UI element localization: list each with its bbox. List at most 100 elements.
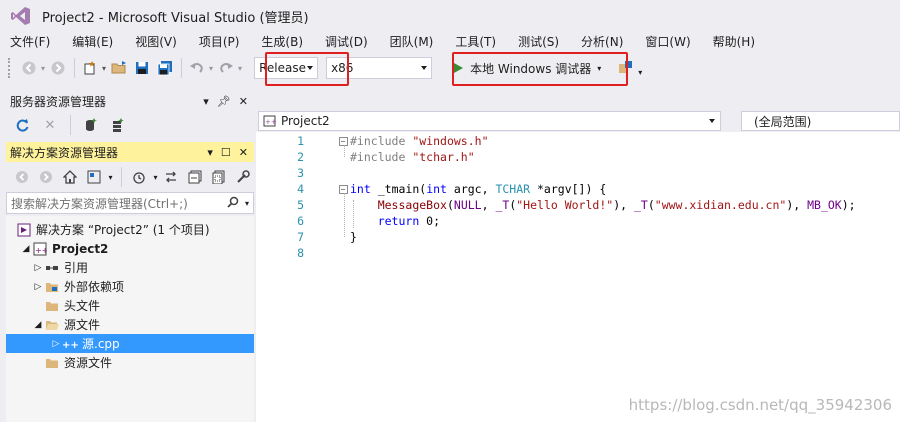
solution-search-input[interactable]: 搜索解决方案资源管理器(Ctrl+;) ▾ <box>6 192 254 214</box>
collapse-icon[interactable]: − <box>336 184 350 194</box>
server-explorer-titlebar[interactable]: 服务器资源管理器 ▾ 📌︎ ✕ <box>6 91 254 111</box>
tree-item-external-deps[interactable]: ▷ 外部依赖项 <box>6 277 254 296</box>
pending-changes-filter-icon[interactable] <box>129 166 148 188</box>
open-folder-icon <box>44 318 60 332</box>
configuration-highlight <box>265 52 349 86</box>
menu-team[interactable]: 团队(M) <box>384 32 440 52</box>
forward-icon[interactable] <box>36 166 55 188</box>
home-icon[interactable] <box>60 166 79 188</box>
close-icon[interactable]: ✕ <box>239 146 248 159</box>
collapsed-arrow-icon[interactable]: ▷ <box>50 339 62 349</box>
new-dropdown-icon[interactable]: ▾ <box>102 64 106 73</box>
toolbar-overflow-icon[interactable]: ▾ <box>638 68 642 77</box>
menu-window[interactable]: 窗口(W) <box>639 32 696 52</box>
tree-item-resource-files[interactable]: 资源文件 <box>6 353 254 372</box>
line-number: 2 <box>297 150 304 164</box>
toolbar-grip[interactable] <box>8 58 12 78</box>
preprocessor-directive: #include <box>350 134 406 148</box>
chevron-down-icon <box>421 66 428 70</box>
menu-debug[interactable]: 调试(D) <box>319 32 374 52</box>
tree-item-header-files[interactable]: 头文件 <box>6 296 254 315</box>
tree-item-references[interactable]: ▷ 引用 <box>6 258 254 277</box>
svg-text:++: ++ <box>35 246 47 255</box>
standard-toolbar: ▾ ▾ ▾ ▾ Release x86 本地 Windows 调试器 ▾ ▾ <box>0 52 900 84</box>
back-dropdown-icon[interactable]: ▾ <box>41 64 45 73</box>
chevron-down-icon[interactable]: ▾ <box>109 173 113 182</box>
menu-file[interactable]: 文件(F) <box>4 32 56 52</box>
project-scope-value: Project2 <box>281 114 330 128</box>
search-placeholder: 搜索解决方案资源管理器(Ctrl+;) <box>11 196 188 211</box>
refresh-icon[interactable] <box>12 114 34 136</box>
server-explorer-toolbar: ✕ <box>6 113 254 137</box>
back-icon[interactable] <box>12 166 31 188</box>
menu-tools[interactable]: 工具(T) <box>449 32 502 52</box>
search-icon[interactable] <box>227 196 239 211</box>
menu-project[interactable]: 项目(P) <box>193 32 246 52</box>
external-deps-label: 外部依赖项 <box>64 280 125 294</box>
switch-views-icon[interactable] <box>84 166 103 188</box>
collapse-all-icon[interactable] <box>186 166 205 188</box>
code-line-8: 8 <box>256 245 900 261</box>
save-icon[interactable] <box>131 57 153 79</box>
toolbar-separator <box>74 58 76 78</box>
menu-analyze[interactable]: 分析(N) <box>575 32 629 52</box>
menu-build[interactable]: 生成(B) <box>255 32 309 52</box>
fold-guide-line <box>344 193 345 237</box>
new-project-icon[interactable] <box>79 57 101 79</box>
forward-icon[interactable] <box>47 57 69 79</box>
chevron-down-icon <box>708 119 715 123</box>
tree-item-solution[interactable]: 解决方案 “Project2” (1 个项目) <box>6 220 254 239</box>
tree-item-project[interactable]: ◢ ++ Project2 <box>6 239 254 258</box>
tree-item-source-files[interactable]: ◢ 源文件 <box>6 315 254 334</box>
back-icon[interactable] <box>18 57 40 79</box>
project-scope-dropdown[interactable]: ++ Project2 <box>258 111 721 131</box>
line-number: 1 <box>297 134 304 148</box>
global-scope-value: (全局范围) <box>753 114 812 129</box>
tree-item-source-cpp[interactable]: ▷ ++ 源.cpp <box>6 334 254 353</box>
line-number: 4 <box>297 182 304 196</box>
chevron-down-icon[interactable]: ▾ <box>154 173 158 182</box>
undo-icon[interactable] <box>186 57 208 79</box>
window-position-icon[interactable]: ▾ <box>207 146 213 159</box>
connect-server-icon[interactable] <box>106 114 128 136</box>
sync-with-document-icon[interactable] <box>162 166 181 188</box>
resource-files-label: 资源文件 <box>64 356 113 370</box>
header-files-label: 头文件 <box>64 299 101 313</box>
open-folder-icon[interactable] <box>108 57 130 79</box>
save-all-icon[interactable] <box>154 57 176 79</box>
toolbar-separator <box>181 58 183 78</box>
collapse-icon[interactable]: − <box>336 136 350 146</box>
references-label: 引用 <box>64 261 89 275</box>
maximize-icon[interactable]: ☐ <box>221 146 231 159</box>
expanded-arrow-icon[interactable]: ◢ <box>32 320 44 330</box>
window-position-icon[interactable]: ▾ <box>203 95 209 108</box>
global-scope-dropdown[interactable]: (全局范围) <box>740 111 900 131</box>
solution-explorer-titlebar[interactable]: 解决方案资源管理器 ▾ ☐ ✕ <box>6 142 254 162</box>
menu-test[interactable]: 测试(S) <box>512 32 565 52</box>
menu-help[interactable]: 帮助(H) <box>707 32 761 52</box>
source-cpp-label: 源.cpp <box>82 337 120 351</box>
expanded-arrow-icon[interactable]: ◢ <box>20 244 32 254</box>
code-line-7: 7 } <box>256 229 900 245</box>
code-editor[interactable]: 1 − #include "windows.h" 2 #include "tch… <box>256 132 900 422</box>
cpp-project-icon: ++ <box>32 242 48 256</box>
redo-icon[interactable] <box>215 57 237 79</box>
collapsed-arrow-icon[interactable]: ▷ <box>32 282 44 292</box>
undo-dropdown-icon[interactable]: ▾ <box>209 64 213 73</box>
menu-view[interactable]: 视图(V) <box>129 32 183 52</box>
menu-edit[interactable]: 编辑(E) <box>66 32 119 52</box>
redo-dropdown-icon[interactable]: ▾ <box>238 64 242 73</box>
toolbar-separator <box>120 167 122 187</box>
code-line-2: 2 #include "tchar.h" <box>256 149 900 165</box>
show-all-files-icon[interactable] <box>210 166 229 188</box>
code-line-1: 1 − #include "windows.h" <box>256 133 900 149</box>
pin-icon[interactable]: 📌︎ <box>217 95 231 108</box>
solution-explorer-title: 解决方案资源管理器 <box>10 145 119 160</box>
stop-icon[interactable]: ✕ <box>39 114 61 136</box>
line-number: 7 <box>297 230 304 244</box>
properties-icon[interactable] <box>234 166 253 188</box>
close-icon[interactable]: ✕ <box>239 95 248 108</box>
collapsed-arrow-icon[interactable]: ▷ <box>32 263 44 273</box>
connect-database-icon[interactable] <box>79 114 101 136</box>
chevron-down-icon[interactable]: ▾ <box>245 199 249 208</box>
